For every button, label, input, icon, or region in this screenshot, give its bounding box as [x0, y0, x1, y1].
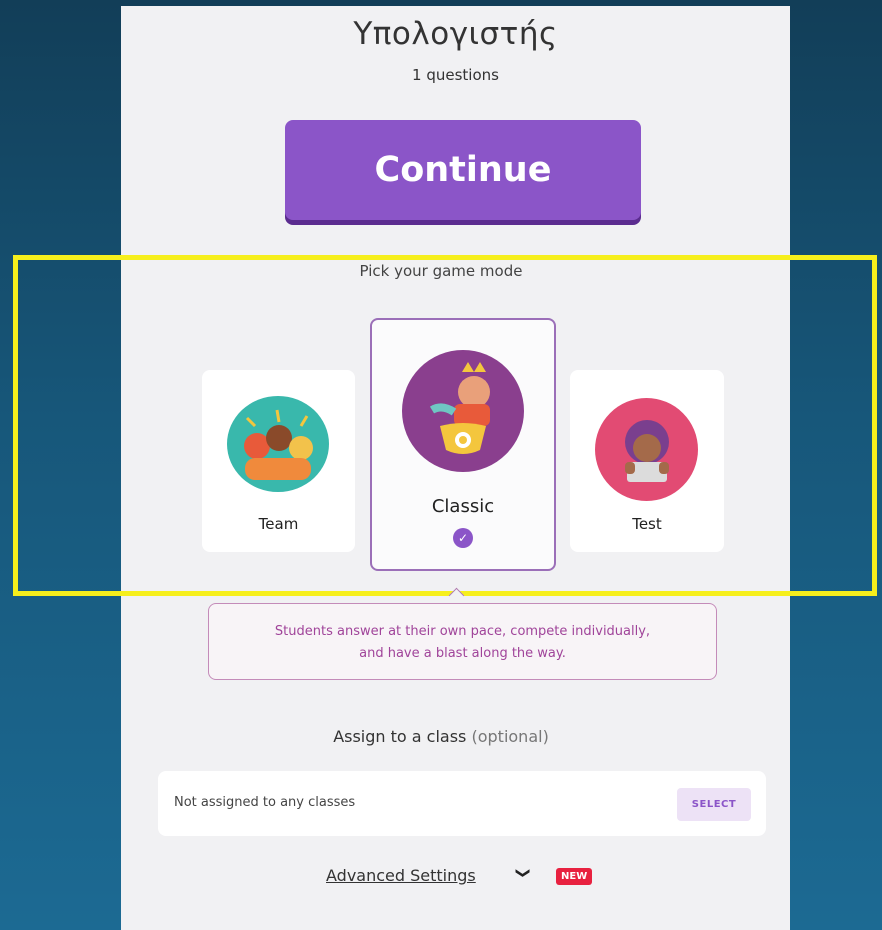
assign-class-heading: Assign to a class (optional) [0, 727, 882, 746]
select-class-button[interactable]: SELECT [677, 788, 751, 821]
mode-card-team[interactable]: Team [202, 370, 355, 552]
mode-card-test[interactable]: Test [570, 370, 724, 552]
continue-button[interactable]: Continue [285, 120, 641, 220]
new-badge: NEW [556, 868, 593, 885]
game-mode-heading: Pick your game mode [359, 262, 523, 280]
class-assignment-status: Not assigned to any classes [174, 795, 356, 810]
test-illustration-icon [595, 398, 698, 501]
assign-class-label: Assign to a class [333, 727, 467, 746]
chevron-down-icon[interactable]: ❯ [515, 867, 531, 879]
selected-check-icon: ✓ [453, 528, 473, 548]
mode-description: Students answer at their own pace, compe… [208, 603, 717, 680]
mode-description-line2: and have a blast along the way. [359, 646, 566, 661]
optional-label: (optional) [471, 727, 549, 746]
class-assignment-field: Not assigned to any classes SELECT [158, 771, 766, 836]
team-illustration-icon [227, 396, 329, 492]
mode-description-line1: Students answer at their own pace, compe… [274, 624, 651, 639]
classic-illustration-icon [402, 350, 524, 472]
quiz-title: Υπολογιστής [353, 16, 558, 52]
mode-label-classic: Classic [431, 496, 495, 517]
mode-label-test: Test [632, 515, 662, 533]
advanced-settings-link[interactable]: Advanced Settings [326, 866, 476, 885]
question-count: 1 questions [412, 66, 499, 84]
mode-label-team: Team [258, 515, 299, 533]
mode-card-classic[interactable]: Classic ✓ [370, 318, 556, 571]
